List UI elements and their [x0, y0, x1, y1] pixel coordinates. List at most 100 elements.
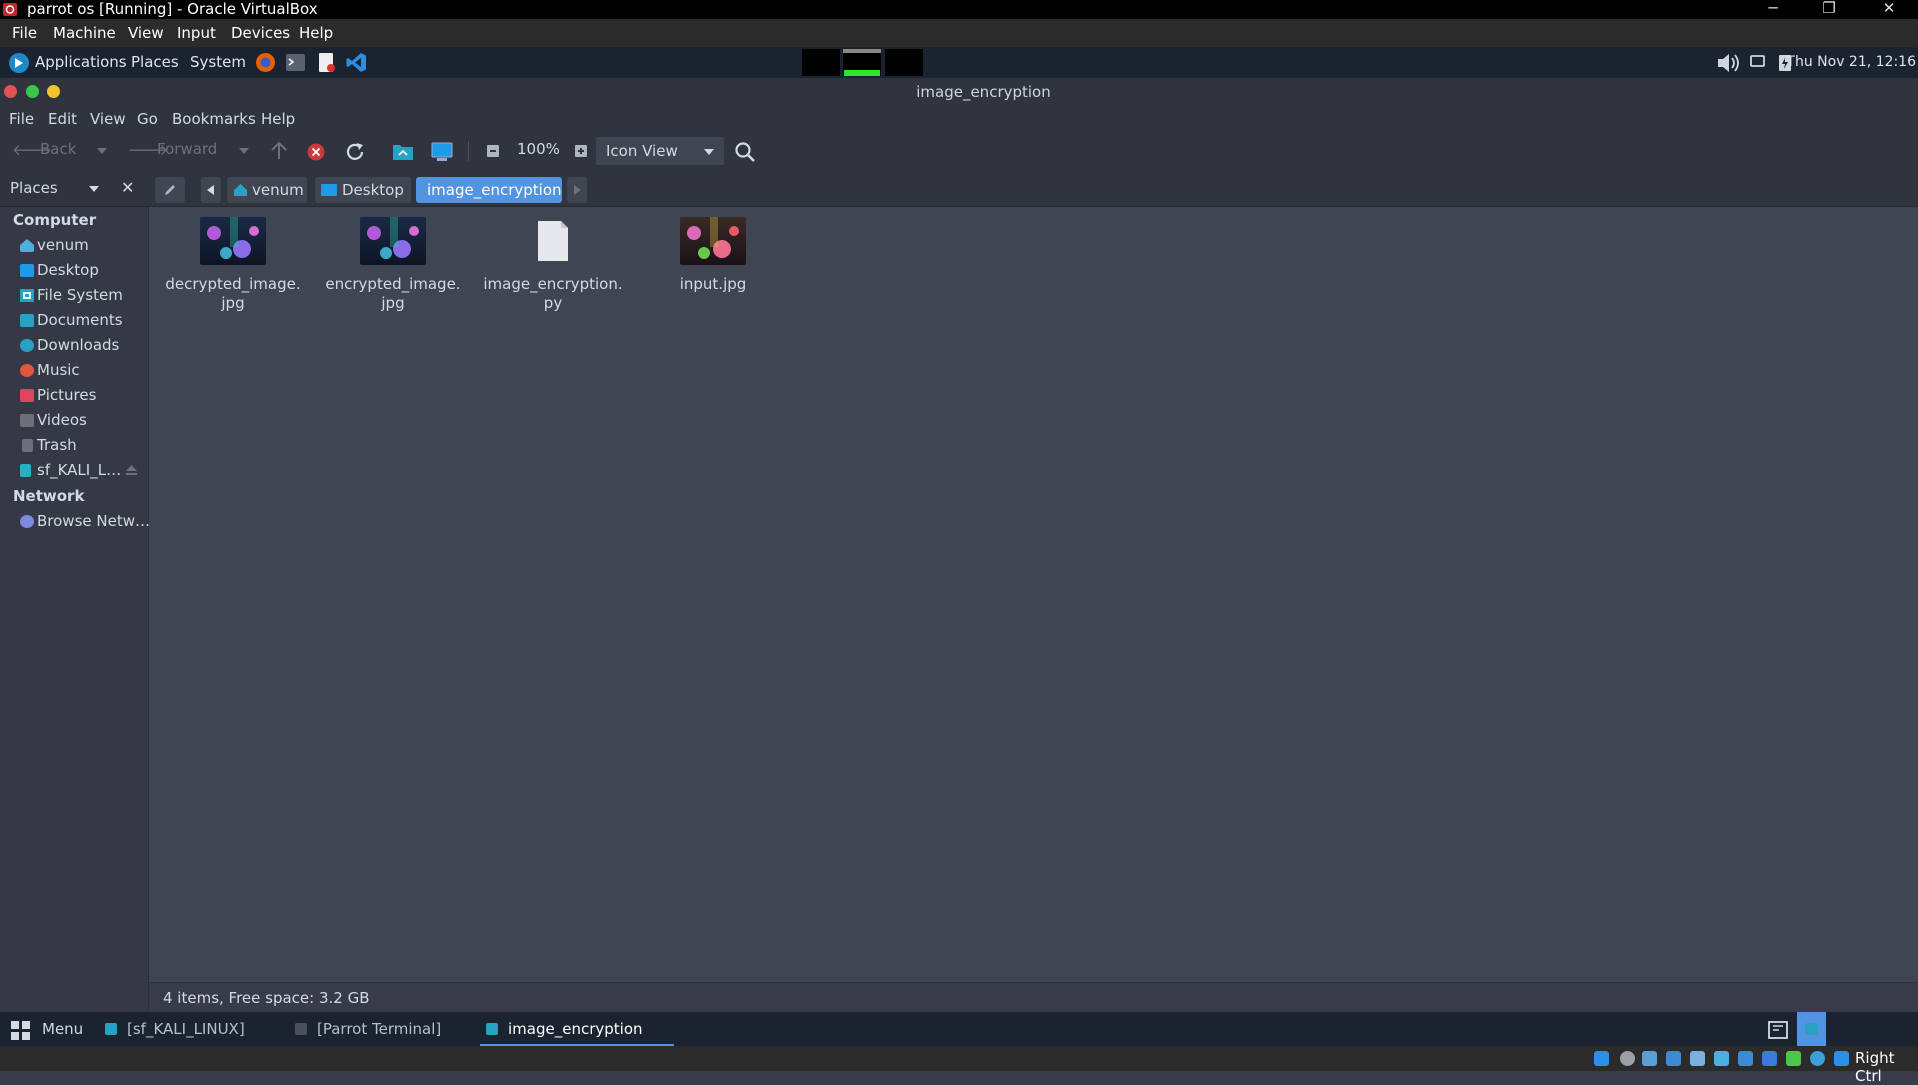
menu-file[interactable]: File [9, 110, 34, 128]
eject-icon[interactable] [126, 465, 137, 475]
minimize-button[interactable]: ─ [1749, 0, 1797, 19]
home-folder-icon[interactable] [392, 142, 414, 161]
folder-icon [105, 1023, 117, 1035]
computer-icon[interactable] [431, 142, 453, 162]
file-decrypted-image[interactable]: decrypted_image. jpg [158, 217, 308, 313]
reload-icon[interactable] [344, 141, 366, 163]
file-view[interactable]: decrypted_image. jpg encrypted_image. jp… [149, 207, 1918, 982]
sidebar-header-label[interactable]: Places [10, 179, 58, 197]
host-menu-devices[interactable]: Devices [231, 24, 290, 42]
file-image-encryption-py[interactable]: image_encryption. py [478, 217, 628, 313]
restore-button[interactable]: ❐ [1805, 0, 1853, 19]
host-key-icon[interactable] [1834, 1051, 1849, 1066]
menu-button[interactable]: Menu [0, 1012, 90, 1046]
sidebar-item-pictures[interactable]: Pictures [20, 384, 146, 408]
firefox-icon[interactable] [255, 52, 276, 73]
parrot-logo-icon[interactable] [8, 52, 30, 74]
sidebar-item-label: Pictures [37, 386, 97, 404]
optical-drive-icon[interactable] [1620, 1051, 1635, 1066]
terminal-icon[interactable] [285, 52, 306, 73]
breadcrumb-scroll-right-button[interactable] [567, 177, 587, 203]
menu-go[interactable]: Go [137, 110, 158, 128]
breadcrumb-label: Desktop [342, 181, 404, 199]
image-thumbnail-icon [200, 217, 266, 265]
host-menu-view[interactable]: View [128, 24, 164, 42]
sidebar-item-file-system[interactable]: File System [20, 284, 146, 308]
window-list-active-indicator[interactable] [1797, 1012, 1826, 1046]
forward-button[interactable]: Forward [157, 140, 217, 158]
stop-icon[interactable] [307, 143, 325, 161]
volume-icon[interactable] [1715, 51, 1743, 75]
shared-folders-icon[interactable] [1714, 1051, 1729, 1066]
image-thumbnail-icon [360, 217, 426, 265]
toggle-location-entry-button[interactable] [155, 177, 185, 203]
breadcrumb-venum[interactable]: venum [227, 177, 307, 203]
audio-icon[interactable] [1642, 1051, 1657, 1066]
sidebar-item-trash[interactable]: Trash [20, 434, 146, 458]
search-icon[interactable] [734, 141, 756, 163]
video-capture-icon[interactable] [1762, 1051, 1777, 1066]
workspace-1[interactable] [802, 49, 840, 76]
sidebar-item-desktop[interactable]: Desktop [20, 259, 146, 283]
host-menu-machine[interactable]: Machine [53, 24, 116, 42]
downloads-icon [20, 339, 34, 352]
breadcrumb-scroll-left-button[interactable] [201, 177, 221, 203]
home-icon [20, 239, 34, 252]
menu-bookmarks[interactable]: Bookmarks [172, 110, 256, 128]
mouse-integration-icon[interactable] [1786, 1051, 1801, 1066]
sidebar-item-label: Documents [37, 311, 123, 329]
text-editor-icon[interactable] [316, 52, 337, 73]
host-menu-file[interactable]: File [12, 24, 37, 42]
up-arrow-icon[interactable] [270, 141, 288, 161]
sidebar-item-downloads[interactable]: Downloads [20, 334, 146, 358]
menu-view[interactable]: View [90, 110, 126, 128]
close-sidebar-icon[interactable]: ✕ [121, 178, 134, 197]
system-menu[interactable]: System [190, 53, 246, 71]
forward-history-chevron-icon[interactable] [239, 148, 249, 154]
sidebar-item-browse-network[interactable]: Browse Netw… [20, 510, 150, 534]
hard-disk-icon[interactable] [1594, 1051, 1609, 1066]
view-mode-select[interactable]: Icon View [596, 137, 724, 165]
sidebar-item-music[interactable]: Music [20, 359, 146, 383]
documents-folder-icon [20, 314, 34, 327]
task-image-encryption[interactable]: image_encryption [480, 1012, 674, 1046]
task-sf-kali-linux[interactable]: [sf_KALI_LINUX] [101, 1012, 281, 1046]
file-input-jpg[interactable]: input.jpg [638, 217, 788, 294]
vscode-icon[interactable] [346, 52, 367, 73]
show-desktop-icon[interactable] [1767, 1020, 1789, 1040]
folder-icon [1805, 1023, 1818, 1035]
back-history-chevron-icon[interactable] [97, 148, 107, 154]
zoom-out-icon[interactable] [487, 145, 499, 157]
usb-icon[interactable] [1690, 1051, 1705, 1066]
sidebar-item-sf-kali[interactable]: sf_KALI_L… [20, 459, 146, 483]
sidebar-type-chevron-icon[interactable] [89, 186, 99, 192]
back-button[interactable]: Back [40, 140, 76, 158]
sidebar-item-label: File System [37, 286, 123, 304]
network-adapter-icon[interactable] [1666, 1051, 1681, 1066]
task-parrot-terminal[interactable]: [Parrot Terminal] [291, 1012, 471, 1046]
breadcrumb-desktop[interactable]: Desktop [315, 177, 411, 203]
breadcrumb-image-encryption[interactable]: image_encryption [416, 177, 562, 203]
workspace-3[interactable] [885, 49, 923, 76]
zoom-level: 100% [517, 140, 560, 158]
host-menu-help[interactable]: Help [299, 24, 333, 42]
menu-edit[interactable]: Edit [48, 110, 77, 128]
shared-folder-icon [20, 464, 31, 477]
places-menu[interactable]: Places [131, 53, 179, 71]
clock[interactable]: Thu Nov 21, 12:16 [1786, 54, 1916, 70]
sidebar-item-documents[interactable]: Documents [20, 309, 146, 333]
network-status-icon[interactable] [1750, 55, 1766, 70]
zoom-in-icon[interactable] [575, 145, 587, 157]
applications-menu[interactable]: Applications [35, 53, 127, 71]
menu-help[interactable]: Help [261, 110, 295, 128]
sidebar-item-videos[interactable]: Videos [20, 409, 146, 433]
sidebar-item-venum[interactable]: venum [20, 234, 146, 258]
home-icon [234, 184, 247, 196]
sidebar-item-label: venum [37, 236, 89, 254]
close-button[interactable]: ✕ [1865, 0, 1913, 19]
display-icon[interactable] [1738, 1051, 1753, 1066]
file-encrypted-image[interactable]: encrypted_image. jpg [318, 217, 468, 313]
workspace-2-active[interactable] [843, 49, 881, 76]
cpu-icon[interactable] [1810, 1051, 1825, 1066]
host-menu-input[interactable]: Input [177, 24, 216, 42]
